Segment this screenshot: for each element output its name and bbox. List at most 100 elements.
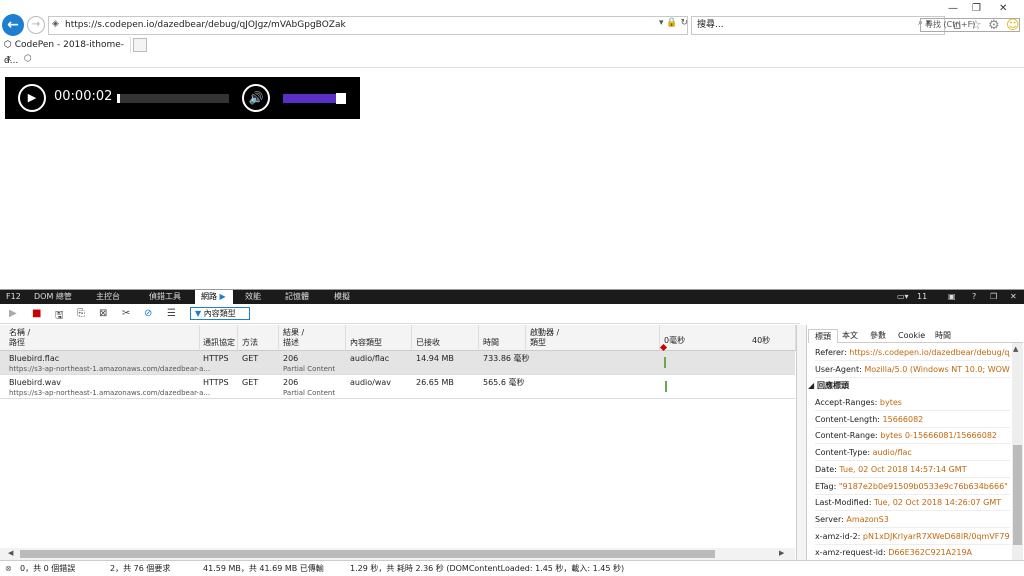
row-type: audio/flac [350, 354, 390, 363]
col-result[interactable]: 結果 / 描述 [279, 325, 346, 351]
col-time[interactable]: 時間 [479, 325, 526, 351]
request-count: 2，共 76 個要求 [110, 564, 171, 573]
tab-timing[interactable]: 時間 [929, 329, 957, 343]
tab-console[interactable]: 主控台 [90, 290, 126, 304]
help-icon[interactable]: ? [972, 292, 976, 301]
response-headers-section[interactable]: ◢ 回應標頭 [808, 380, 849, 391]
close-favbar-icon[interactable]: x [6, 54, 11, 64]
header-row: Referer: https://s.codepen.io/dazedbear/… [815, 344, 1010, 361]
row-received: 14.94 MB [416, 354, 454, 363]
table-row[interactable]: Bluebird.wav https://s3-ap-northeast-1.am… [0, 375, 795, 399]
col-protocol[interactable]: 通訊協定 [200, 325, 238, 351]
device-icon[interactable]: ▭▾ [897, 292, 909, 301]
header-value: pN1xDJKrlyarR7XWeD68lR/0qmVF79zKq... [862, 531, 1010, 541]
tab-emulation[interactable]: 模擬 [328, 290, 356, 304]
stop-icon[interactable]: ■ [32, 308, 41, 319]
col-received[interactable]: 已接收 [412, 325, 479, 351]
tab-memory[interactable]: 記憶體 [279, 290, 315, 304]
content-type-filter[interactable]: ▼ 內容類型 [190, 307, 250, 320]
tab-dom-explorer[interactable]: DOM 總管 [28, 290, 78, 304]
browser-tab[interactable]: ⬡ CodePen - 2018-ithome-d... [0, 37, 131, 66]
header-value: audio/flac [872, 448, 912, 458]
header-key: User-Agent: [815, 365, 862, 374]
header-key: Date: [815, 464, 837, 474]
forward-button[interactable]: → [27, 16, 45, 34]
col-name-label: 名稱 / [9, 328, 31, 337]
refresh-icon[interactable]: ↻ [680, 18, 688, 28]
volume-icon[interactable]: 🔊 [242, 84, 270, 112]
collapse-icon: ◢ [808, 381, 815, 390]
address-bar[interactable]: https://s.codepen.io/dazedbear/debug/qJO… [48, 16, 688, 35]
close-window-icon[interactable]: ✕ [999, 3, 1007, 14]
timeline-40-label: 40秒 [752, 336, 771, 345]
minimize-icon[interactable]: — [948, 3, 958, 14]
col-method[interactable]: 方法 [238, 325, 279, 351]
error-count: 0，共 0 個錯誤 [20, 564, 76, 573]
tab-network-label: 網路 [201, 292, 217, 301]
scroll-right-icon[interactable]: ▶ [779, 549, 784, 557]
always-refresh-icon[interactable]: ⊘ [144, 308, 152, 319]
progress-track[interactable] [117, 94, 229, 103]
play-button[interactable]: ▶ [18, 84, 46, 112]
clear-entries-icon[interactable]: ☰ [167, 308, 176, 319]
tab-parameters[interactable]: 參數 [864, 329, 892, 343]
clear-session-icon[interactable]: ⊠ [99, 308, 107, 319]
col-timeline[interactable]: 0毫秒 40秒 [660, 325, 796, 351]
panel-splitter[interactable] [796, 325, 807, 561]
table-hscroll-thumb[interactable] [20, 550, 715, 558]
header-row: Date: Tue, 02 Oct 2018 14:57:14 GMT [815, 461, 1010, 478]
restore-icon[interactable]: ❐ [972, 3, 981, 14]
detail-scroll-thumb[interactable] [1013, 445, 1022, 545]
tab-network[interactable]: 網路 ▶ [195, 290, 233, 304]
volume-fill [283, 94, 337, 103]
timeline-0-label: 0毫秒 [664, 336, 686, 345]
tab-performance[interactable]: 效能 [239, 290, 267, 304]
col-time-label: 時間 [483, 338, 499, 347]
volume-knob[interactable] [336, 93, 346, 104]
row-time: 733.86 毫秒 [483, 354, 530, 363]
header-value: bytes [879, 398, 902, 407]
audio-player: ▶ 00:00:02 🔊 [5, 77, 360, 119]
col-path-label: 路徑 [9, 338, 25, 347]
header-row: User-Agent: Mozilla/5.0 (Windows NT 10.0… [815, 361, 1010, 378]
tab-body[interactable]: 本文 [836, 329, 864, 343]
progress-fill [117, 94, 121, 103]
col-name[interactable]: 名稱 / 路徑 [0, 325, 200, 351]
devtools-tab-bar: F12 DOM 總管 主控台 偵錯工具 網路 ▶ 效能 記憶體 模擬 ▭▾ 11… [0, 290, 1024, 304]
col-content-type-label: 內容類型 [350, 338, 382, 347]
header-row: Content-Length: 15666082 [815, 411, 1010, 428]
transfer-size: 41.59 MB，共 41.69 MB 已傳輸 [203, 564, 324, 573]
undock-icon[interactable]: ❐ [990, 292, 997, 301]
header-row: ETag: "9187e2b0e91509b0533e9c76b634b666" [815, 478, 1010, 495]
new-tab-button[interactable] [133, 38, 147, 52]
tab-cookie[interactable]: Cookie [892, 329, 931, 343]
browser-chrome: — ❐ ✕ ← → https://s.codepen.io/dazedbear… [0, 0, 1024, 68]
export-icon[interactable]: 🖫 [55, 308, 64, 325]
find-input[interactable]: 尋找 (Ctrl+F) [920, 18, 1020, 32]
table-row[interactable]: Bluebird.flac https://s3-ap-northeast-1.a… [0, 351, 795, 375]
tab-headers[interactable]: 標頭 [808, 329, 838, 343]
search-box[interactable]: 搜尋... [691, 16, 945, 35]
header-row: Last-Modified: Tue, 02 Oct 2018 14:26:07… [815, 494, 1010, 512]
codepen-fav-icon[interactable]: ⬡ [24, 54, 32, 64]
start-icon[interactable]: ▶ [9, 308, 17, 319]
row-received: 26.65 MB [416, 378, 454, 387]
search-dropdown-icon[interactable]: ▾ [659, 18, 664, 28]
close-devtools-icon[interactable]: ✕ [1010, 292, 1017, 301]
clear-cache-icon[interactable]: ✂ [122, 308, 130, 319]
lock-icon[interactable]: 🔒 [666, 18, 677, 28]
import-icon[interactable]: ⎘ [77, 308, 85, 319]
address-tools: ▾ 🔒 ↻ [659, 18, 688, 28]
col-content-type[interactable]: 內容類型 [346, 325, 412, 351]
back-button[interactable]: ← [2, 14, 24, 36]
col-result-label: 結果 / [283, 328, 305, 337]
header-row: Accept-Ranges: bytes [815, 394, 1010, 411]
col-initiator[interactable]: 啟動器 / 類型 [526, 325, 660, 351]
scroll-left-icon[interactable]: ◀ [8, 549, 13, 557]
console-toggle-icon[interactable]: ▣ [948, 292, 956, 301]
scroll-up-icon[interactable]: ▲ [1013, 345, 1018, 353]
row-status: 206 [283, 354, 299, 363]
current-time: 00:00:02 [54, 89, 113, 104]
header-row: Server: AmazonS3 [815, 511, 1010, 528]
tab-debugger[interactable]: 偵錯工具 [143, 290, 187, 304]
